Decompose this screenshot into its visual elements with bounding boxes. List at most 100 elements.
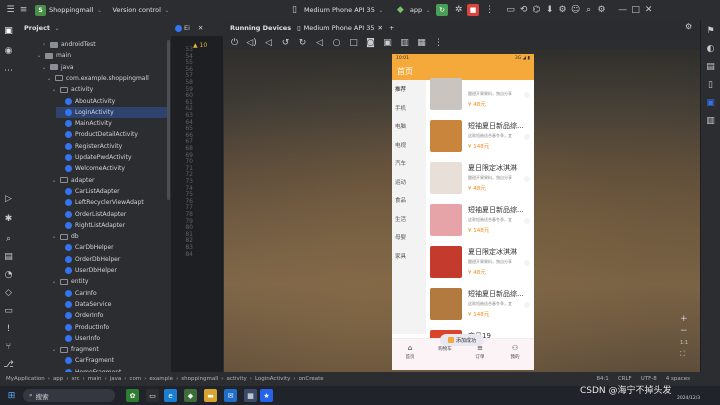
tree-item[interactable]: UserInfo [56, 333, 169, 344]
category-item[interactable]: 家具 [395, 252, 406, 260]
chevron-icon[interactable]: › [41, 41, 47, 48]
fit-screen-icon[interactable]: ⛶ [680, 350, 685, 359]
breadcrumb-item[interactable]: shoppingmall [181, 376, 218, 382]
zoom-in-icon[interactable]: + [680, 314, 688, 324]
run-config-selector[interactable]: ◆ app ⌄ [389, 4, 436, 17]
app-menu-icon[interactable]: ☰ [4, 4, 17, 17]
chevron-icon[interactable]: ⌄ [51, 346, 57, 353]
category-item[interactable]: 生活 [395, 215, 406, 223]
category-item[interactable]: 推荐 [395, 85, 406, 93]
project-panel-header[interactable]: Project ⌄ [18, 20, 171, 36]
file-explorer-icon[interactable]: ▬ [204, 389, 217, 402]
product-item[interactable]: 短袖夏日新品综... 这款短袖适合春冬季，宜 ¥ 148元 [428, 116, 534, 158]
line-separator[interactable]: CRLF [618, 376, 632, 382]
edge-icon[interactable]: e [164, 389, 177, 402]
layout-inspector-icon[interactable]: ▤ [704, 60, 717, 73]
editor-tab[interactable]: Ei ✕ [171, 20, 223, 36]
zoom-out-icon[interactable]: − [680, 326, 688, 336]
more-icon[interactable]: ⋮ [432, 37, 445, 50]
more-icon[interactable]: ⋮ [483, 4, 496, 17]
mirror-icon[interactable]: ▥ [398, 37, 411, 50]
breadcrumb-item[interactable]: java [110, 376, 122, 382]
tree-item[interactable]: CarFragment [56, 355, 169, 366]
tree-item[interactable]: ⌄ db [51, 231, 169, 242]
breadcrumb-item[interactable]: MyApplication [6, 376, 45, 382]
terminal-icon[interactable]: ▤ [2, 250, 15, 263]
breadcrumb-item[interactable]: com [129, 376, 141, 382]
tree-item[interactable]: ⌄ activity [51, 84, 169, 95]
search-icon[interactable]: ⌕ [582, 4, 595, 17]
file-encoding[interactable]: UTF-8 [641, 376, 657, 382]
chevron-icon[interactable]: ⌄ [51, 86, 57, 93]
bottom-nav-tab[interactable]: ⌂ 首页 [395, 344, 425, 360]
cursor-position[interactable]: 84:1 [596, 376, 608, 382]
pinned-app-icon[interactable]: ★ [260, 389, 273, 402]
settings-icon[interactable]: ⚙ [685, 22, 692, 31]
category-item[interactable]: 手机 [395, 104, 406, 112]
product-item[interactable]: 夏日限定冰淇淋 酸甜开胃果料，独自分享 ¥ 48元 [428, 242, 534, 284]
store-icon[interactable]: ▦ [244, 389, 257, 402]
add-to-cart-button[interactable] [524, 302, 530, 308]
sync-icon[interactable]: ⟲ [517, 4, 530, 17]
device-explorer-icon[interactable]: ▯ [704, 78, 717, 91]
account-icon[interactable]: ☺ [569, 4, 582, 17]
category-item[interactable]: 母婴 [395, 233, 406, 241]
mail-icon[interactable]: ✉ [224, 389, 237, 402]
category-item[interactable]: 食品 [395, 196, 406, 204]
product-item[interactable]: 酸甜开胃果料，独自分享 ¥ 48元 [428, 74, 534, 116]
tree-item[interactable]: MainActivity [56, 118, 169, 129]
add-to-cart-button[interactable] [524, 134, 530, 140]
stop-button[interactable]: ■ [467, 4, 480, 16]
breadcrumb-item[interactable]: src [72, 376, 80, 382]
breadcrumb-item[interactable]: onCreate [299, 376, 324, 382]
tree-item[interactable]: ⌄ entity [51, 276, 169, 287]
tree-item[interactable]: UserDbHelper [56, 265, 169, 276]
device-selector[interactable]: ▯ Medium Phone API 35 ⌄ [283, 4, 389, 17]
bottom-nav-tab[interactable]: ≡ 订单 [465, 344, 495, 360]
tree-item[interactable]: ProductDetailActivity [56, 129, 169, 140]
category-item[interactable]: 运动 [395, 178, 406, 186]
add-to-cart-button[interactable] [524, 260, 530, 266]
android-studio-taskbar-icon[interactable]: ◆ [184, 389, 197, 402]
warning-indicator[interactable]: ▲ 10 [193, 42, 207, 49]
tree-item[interactable]: UpdatePwdActivity [56, 152, 169, 163]
keyboard-icon[interactable]: ▦ [415, 37, 428, 50]
tree-item[interactable]: ProductInfo [56, 322, 169, 333]
tree-item[interactable]: OrderInfo [56, 310, 169, 321]
device-manager-icon[interactable]: ▭ [504, 4, 517, 17]
back-icon[interactable]: ◁ [313, 37, 326, 50]
category-item[interactable]: 电脑 [395, 122, 406, 130]
settings-sync-icon[interactable]: ⚙ [556, 4, 569, 17]
record-icon[interactable]: ▣ [381, 37, 394, 50]
tree-item[interactable]: CarDbHelper [56, 242, 169, 253]
hamburger-menu-icon[interactable]: ≡ [17, 4, 30, 17]
tree-item[interactable]: WelcomeActivity [56, 163, 169, 174]
folder-icon[interactable]: ▣ [2, 24, 15, 37]
more-tools-icon[interactable]: ⋯ [2, 64, 15, 77]
tree-item[interactable]: RightListAdapter [56, 220, 169, 231]
windows-start-icon[interactable]: ⊞ [5, 389, 18, 402]
tree-item[interactable]: CarListAdapter [56, 186, 169, 197]
project-selector[interactable]: S Shoppingmall ⌄ [30, 4, 107, 16]
magnifier-icon[interactable]: ⌕ [2, 232, 15, 245]
emulator-icon[interactable]: ▥ [704, 114, 717, 127]
add-to-cart-button[interactable] [524, 92, 530, 98]
tree-scrollbar[interactable] [167, 40, 170, 200]
settings-icon[interactable]: ⚙ [595, 4, 608, 17]
minimize-icon[interactable]: — [616, 4, 629, 17]
product-item[interactable]: 短袖夏日新品综... 这款短袖适合春冬季，宜 ¥ 148元 [428, 284, 534, 326]
close-icon[interactable]: ✕ [198, 24, 203, 32]
bug-icon[interactable]: ✱ [2, 212, 15, 225]
running-devices-icon[interactable]: ▣ [704, 96, 717, 109]
git-icon[interactable]: ⑂ [2, 340, 15, 353]
bottom-nav-tab[interactable]: ⚇ 我的 [500, 344, 530, 360]
product-item[interactable]: 短袖夏日新品综... 这款短袖适合春冬季，宜 ¥ 148元 [428, 200, 534, 242]
overview-icon[interactable]: □ [347, 37, 360, 50]
rotate-right-icon[interactable]: ↻ [296, 37, 309, 50]
category-item[interactable]: 电视 [395, 141, 406, 149]
add-to-cart-button[interactable] [524, 176, 530, 182]
tree-item[interactable]: ⌄ adapter [51, 175, 169, 186]
product-item[interactable]: 夏日限定冰淇淋 酸甜开胃果料，独自分享 ¥ 48元 [428, 158, 534, 200]
debug-icon[interactable]: ✲ [452, 4, 465, 17]
vcs-selector[interactable]: Version control ⌄ [107, 6, 175, 14]
